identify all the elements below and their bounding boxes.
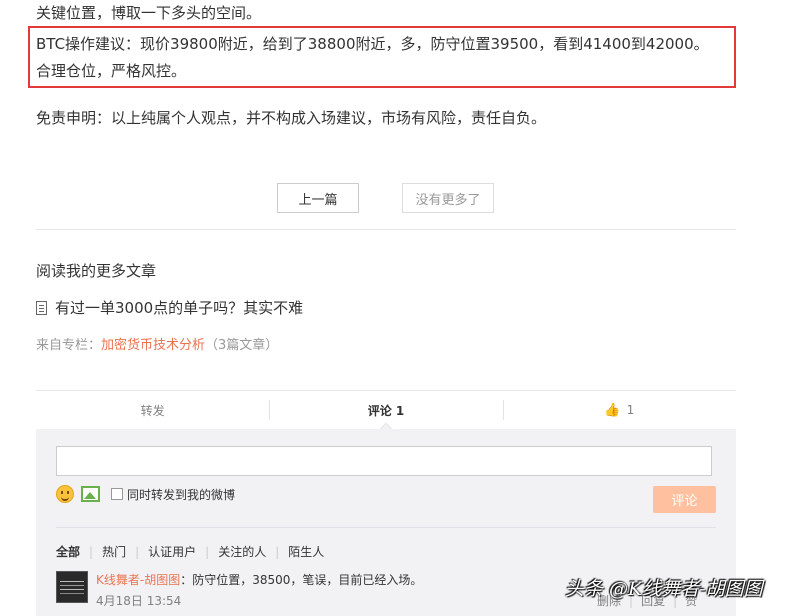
repost-label: 转发	[140, 403, 165, 418]
more-article-link[interactable]: 有过一单3000点的单子吗？其实不难	[36, 297, 303, 318]
repost-checkbox-label[interactable]: 同时转发到我的微博	[127, 486, 235, 503]
thumbs-up-icon: 👍	[604, 402, 621, 418]
comment-input[interactable]	[56, 446, 712, 476]
repost-button[interactable]: 转发	[36, 391, 269, 429]
article-line-2: BTC操作建议：现价39800附近，给到了38800附近，多，防守位置39500…	[36, 35, 709, 53]
more-articles-title: 阅读我的更多文章	[36, 262, 157, 280]
document-icon	[36, 300, 47, 315]
avatar[interactable]	[56, 571, 88, 603]
column-link[interactable]: 加密货币技术分析	[101, 338, 205, 353]
divider	[36, 229, 736, 230]
article-line-1: 关键位置，博取一下多头的空间。	[36, 4, 262, 22]
filter-following[interactable]: 关注的人	[218, 543, 266, 560]
image-icon[interactable]	[81, 486, 100, 502]
prev-article-button[interactable]: 上一篇	[277, 183, 359, 213]
article-line-3: 合理仓位，严格风控。	[36, 62, 187, 80]
disclaimer: 免责申明：以上纯属个人观点，并不构成入场建议，市场有风险，责任自负。	[36, 109, 547, 127]
column-source: 来自专栏：加密货币技术分析（3篇文章）	[36, 334, 278, 353]
like-button[interactable]: 👍 1	[502, 391, 736, 429]
filter-verified[interactable]: 认证用户	[148, 543, 196, 560]
divider	[56, 527, 716, 528]
filter-all[interactable]: 全部	[56, 543, 80, 560]
comment-text: K线舞者-胡图图：防守位置，38500，笔误，目前已经入场。	[96, 571, 422, 588]
no-more-button: 没有更多了	[402, 183, 494, 213]
action-bar: 转发 评论 1 👍 1	[36, 391, 736, 440]
comment-date: 4月18日 13:54	[96, 594, 182, 608]
filter-strangers[interactable]: 陌生人	[288, 543, 324, 560]
submit-comment-button[interactable]: 评论	[653, 486, 716, 513]
comment-content: ：防守位置，38500，笔误，目前已经入场。	[180, 573, 423, 587]
more-article-title[interactable]: 有过一单3000点的单子吗？其实不难	[55, 297, 303, 318]
emoji-icon[interactable]	[56, 485, 74, 503]
comment-author[interactable]: K线舞者-胡图图	[96, 573, 180, 587]
column-prefix: 来自专栏：	[36, 338, 102, 353]
comment-tab[interactable]: 评论 1	[269, 391, 502, 440]
column-count: （3篇文章）	[205, 338, 279, 353]
filter-hot[interactable]: 热门	[102, 543, 126, 560]
comment-filters: 全部 | 热门 | 认证用户 | 关注的人 | 陌生人	[56, 543, 325, 560]
comment-tab-label: 评论 1	[367, 403, 405, 418]
watermark: 头条 @K线舞者-胡图图	[565, 578, 763, 600]
like-count: 1	[626, 403, 635, 417]
repost-checkbox[interactable]	[111, 488, 123, 500]
